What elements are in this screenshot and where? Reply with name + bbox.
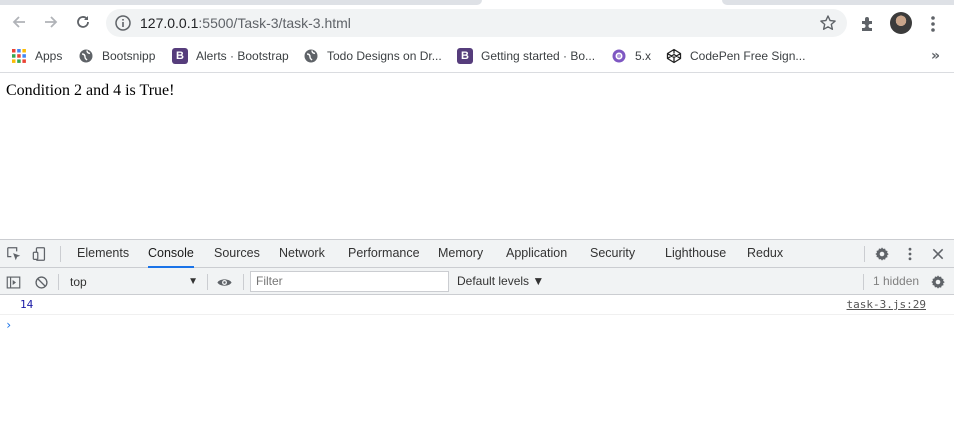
vertical-dots-icon[interactable] (901, 245, 919, 263)
tab-lighthouse[interactable]: Lighthouse (665, 240, 726, 267)
close-icon[interactable] (929, 245, 947, 263)
inspect-element-icon[interactable] (5, 245, 23, 263)
context-value: top (70, 275, 87, 289)
bookmark-label: 5.x (635, 49, 652, 63)
bookmark-apps[interactable]: Apps (11, 46, 62, 66)
star-icon[interactable] (819, 14, 837, 32)
toolbar-divider (60, 246, 61, 262)
gear-icon[interactable] (929, 273, 947, 291)
bookmarks-bar: Apps Bootsnipp B Alerts · Bootstrap Todo… (0, 40, 954, 73)
arrow-left-icon (12, 16, 25, 28)
reload-button[interactable] (69, 8, 97, 36)
bootstrap-icon: B (172, 48, 188, 64)
toolbar-divider (243, 274, 244, 290)
page-message: Condition 2 and 4 is True! (6, 82, 175, 99)
page-viewport: Condition 2 and 4 is True! (0, 74, 954, 239)
inactive-tab-left[interactable] (0, 0, 482, 5)
arrow-right-icon (45, 16, 58, 28)
console-message: 14 task-3.js:29 (0, 295, 954, 315)
bookmark-label: CodePen Free Sign... (690, 49, 806, 63)
bookmark-label: Todo Designs on Dr... (327, 49, 442, 63)
url-text[interactable]: 127.0.0.1:5500/Task-3/task-3.html (140, 15, 351, 31)
devtools-panel: Elements Console Sources Network Perform… (0, 239, 954, 447)
tab-network[interactable]: Network (279, 240, 325, 267)
purple-ring-icon (611, 48, 627, 64)
codepen-icon (666, 48, 682, 64)
bookmark-todo-designs[interactable]: Todo Designs on Dr... (303, 46, 442, 66)
tab-sources[interactable]: Sources (214, 240, 260, 267)
profile-avatar[interactable] (890, 12, 912, 34)
bookmark-getting-started[interactable]: B Getting started · Bo... (457, 46, 595, 66)
bootstrap-icon: B (457, 48, 473, 64)
source-link[interactable]: task-3.js:29 (847, 298, 926, 311)
tab-application[interactable]: Application (506, 240, 567, 267)
context-select[interactable]: top ▼ (64, 272, 202, 292)
url-host: 127.0.0.1 (140, 15, 199, 31)
bookmark-5x[interactable]: 5.x (611, 46, 651, 66)
inactive-tab-right[interactable] (722, 0, 954, 5)
device-toolbar-icon[interactable] (31, 245, 49, 263)
chevron-down-icon: ▼ (188, 276, 198, 287)
tab-security[interactable]: Security (590, 240, 635, 267)
toolbar-divider (58, 274, 59, 290)
forward-button[interactable] (37, 8, 65, 36)
toolbar-divider (864, 246, 865, 262)
console-prompt[interactable]: › (5, 318, 12, 332)
log-value: 14 (20, 298, 34, 311)
reload-icon (77, 16, 89, 28)
puzzle-icon[interactable] (859, 15, 877, 33)
tab-redux[interactable]: Redux (747, 240, 783, 267)
globe-icon (303, 48, 319, 64)
hidden-messages-count: 1 hidden (873, 274, 920, 288)
log-levels-dropdown[interactable]: Default levels ▼ (457, 268, 544, 295)
bookmark-label: Apps (35, 49, 63, 63)
globe-icon (78, 48, 94, 64)
tab-memory[interactable]: Memory (438, 240, 483, 267)
apps-grid-icon (11, 48, 27, 64)
tab-console[interactable]: Console (148, 240, 194, 268)
devtools-tab-bar: Elements Console Sources Network Perform… (0, 240, 954, 268)
back-button[interactable] (5, 8, 33, 36)
toolbar-divider (863, 274, 864, 290)
more-bookmarks-button[interactable]: » (931, 48, 940, 64)
toolbar-divider (207, 274, 208, 290)
console-output[interactable]: 14 task-3.js:29 › (0, 295, 954, 447)
filter-input[interactable]: Filter (250, 271, 449, 292)
browser-toolbar: 127.0.0.1:5500/Task-3/task-3.html (0, 6, 954, 40)
bookmark-label: Getting started · Bo... (481, 49, 596, 63)
vertical-dots-icon[interactable] (925, 14, 941, 34)
tab-performance[interactable]: Performance (348, 240, 420, 267)
sidebar-toggle-icon[interactable] (4, 273, 22, 291)
bookmark-codepen[interactable]: CodePen Free Sign... (666, 46, 805, 66)
tab-elements[interactable]: Elements (77, 240, 129, 267)
url-path: :5500/Task-3/task-3.html (198, 15, 351, 31)
bookmark-label: Bootsnipp (102, 49, 156, 63)
bookmark-alerts-bootstrap[interactable]: B Alerts · Bootstrap (172, 46, 289, 66)
address-bar[interactable]: 127.0.0.1:5500/Task-3/task-3.html (106, 9, 847, 37)
clear-console-icon[interactable] (32, 273, 50, 291)
info-icon[interactable] (114, 14, 132, 32)
bookmark-label: Alerts · Bootstrap (196, 49, 289, 63)
bookmark-bootsnipp[interactable]: Bootsnipp (78, 46, 155, 66)
console-toolbar: top ▼ Filter Default levels ▼ 1 hidden (0, 268, 954, 295)
eye-icon[interactable] (215, 273, 233, 291)
gear-icon[interactable] (873, 245, 891, 263)
